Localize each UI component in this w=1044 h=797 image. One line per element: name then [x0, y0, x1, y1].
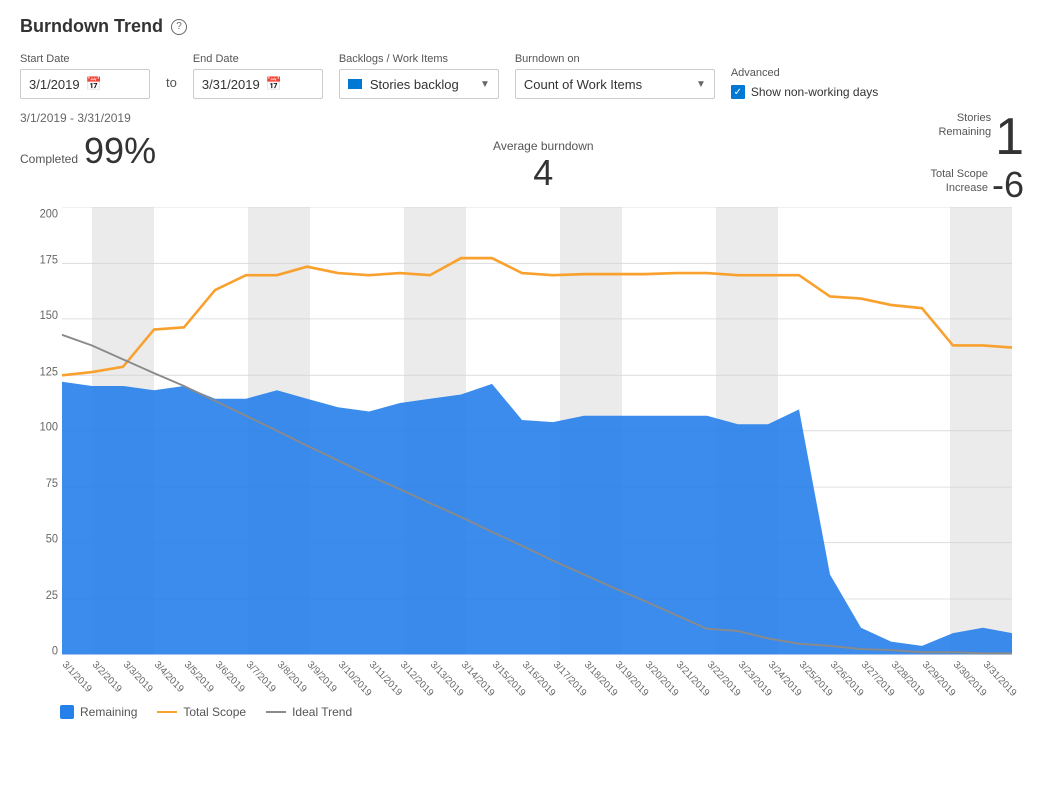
calendar-icon: 📅	[86, 76, 102, 92]
calendar-icon-end: 📅	[266, 76, 282, 92]
advanced-group: Advanced ✓ Show non-working days	[731, 67, 878, 99]
total-scope-line	[62, 258, 1012, 375]
svg-text:175: 175	[40, 254, 58, 266]
avg-burndown-value: 4	[493, 155, 594, 191]
burndown-value: Count of Work Items	[524, 77, 642, 92]
remaining-legend-label: Remaining	[80, 705, 137, 719]
end-date-group: End Date 3/31/2019 📅	[193, 53, 323, 99]
svg-text:25: 25	[46, 590, 58, 602]
help-icon[interactable]: ?	[171, 19, 187, 35]
legend-ideal-trend: Ideal Trend	[266, 705, 352, 719]
show-nonworking-label: Show non-working days	[751, 85, 878, 99]
backlogs-value: Stories backlog	[370, 77, 459, 92]
svg-text:3/10/2019: 3/10/2019	[336, 659, 373, 697]
end-date-input[interactable]: 3/31/2019 📅	[193, 69, 323, 99]
svg-text:3/3/2019: 3/3/2019	[121, 659, 155, 695]
burndown-label: Burndown on	[515, 53, 715, 65]
backlog-icon	[348, 79, 362, 89]
chevron-down-icon: ▼	[480, 79, 490, 90]
start-date-label: Start Date	[20, 53, 150, 65]
total-scope-legend-icon	[157, 711, 177, 713]
svg-text:3/2/2019: 3/2/2019	[90, 659, 124, 695]
end-date-value: 3/31/2019	[202, 77, 260, 92]
remaining-area	[62, 382, 1012, 655]
advanced-label: Advanced	[731, 67, 878, 79]
backlogs-label: Backlogs / Work Items	[339, 53, 499, 65]
completed-label: Completed	[20, 152, 78, 166]
to-separator: to	[166, 75, 177, 94]
legend-total-scope: Total Scope	[157, 705, 246, 719]
svg-text:0: 0	[52, 645, 58, 657]
end-date-label: End Date	[193, 53, 323, 65]
svg-text:3/7/2019: 3/7/2019	[244, 659, 278, 695]
burndown-chart: 0 25 50 75 100 125 150 175 200	[20, 207, 1024, 697]
svg-text:100: 100	[40, 421, 58, 433]
total-scope-label: Total ScopeIncrease	[931, 167, 988, 196]
legend-remaining: Remaining	[60, 705, 137, 719]
svg-text:3/4/2019: 3/4/2019	[152, 659, 186, 695]
svg-text:150: 150	[40, 310, 58, 322]
total-scope-value: -6	[992, 167, 1024, 203]
backlogs-dropdown[interactable]: Stories backlog ▼	[339, 69, 499, 99]
stories-remaining-value: 1	[995, 111, 1024, 163]
start-date-value: 3/1/2019	[29, 77, 80, 92]
check-icon: ✓	[734, 87, 742, 98]
total-scope-legend-label: Total Scope	[183, 705, 246, 719]
svg-text:75: 75	[46, 478, 58, 490]
legend: Remaining Total Scope Ideal Trend	[20, 705, 1024, 719]
svg-text:3/8/2019: 3/8/2019	[275, 659, 309, 695]
ideal-trend-legend-label: Ideal Trend	[292, 705, 352, 719]
svg-text:3/5/2019: 3/5/2019	[182, 659, 216, 695]
burndown-group: Burndown on Count of Work Items ▼	[515, 53, 715, 99]
completed-value: 99%	[84, 133, 156, 169]
backlogs-group: Backlogs / Work Items Stories backlog ▼	[339, 53, 499, 99]
svg-text:3/9/2019: 3/9/2019	[305, 659, 339, 695]
svg-text:3/1/2019: 3/1/2019	[60, 659, 94, 695]
ideal-trend-legend-icon	[266, 711, 286, 713]
svg-text:50: 50	[46, 533, 58, 545]
start-date-input[interactable]: 3/1/2019 📅	[20, 69, 150, 99]
chart-area: 0 25 50 75 100 125 150 175 200	[20, 207, 1024, 697]
show-nonworking-checkbox[interactable]: ✓	[731, 85, 745, 99]
date-range: 3/1/2019 - 3/31/2019	[20, 111, 156, 125]
show-nonworking-row: ✓ Show non-working days	[731, 85, 878, 99]
page-title: Burndown Trend	[20, 16, 163, 37]
chevron-down-icon-burndown: ▼	[696, 79, 706, 90]
remaining-legend-icon	[60, 705, 74, 719]
stories-remaining-label: StoriesRemaining	[938, 111, 991, 140]
start-date-group: Start Date 3/1/2019 📅	[20, 53, 150, 99]
burndown-dropdown[interactable]: Count of Work Items ▼	[515, 69, 715, 99]
svg-text:125: 125	[40, 366, 58, 378]
svg-text:200: 200	[40, 208, 58, 220]
svg-text:3/6/2019: 3/6/2019	[213, 659, 247, 695]
controls-bar: Start Date 3/1/2019 📅 to End Date 3/31/2…	[20, 53, 1024, 99]
